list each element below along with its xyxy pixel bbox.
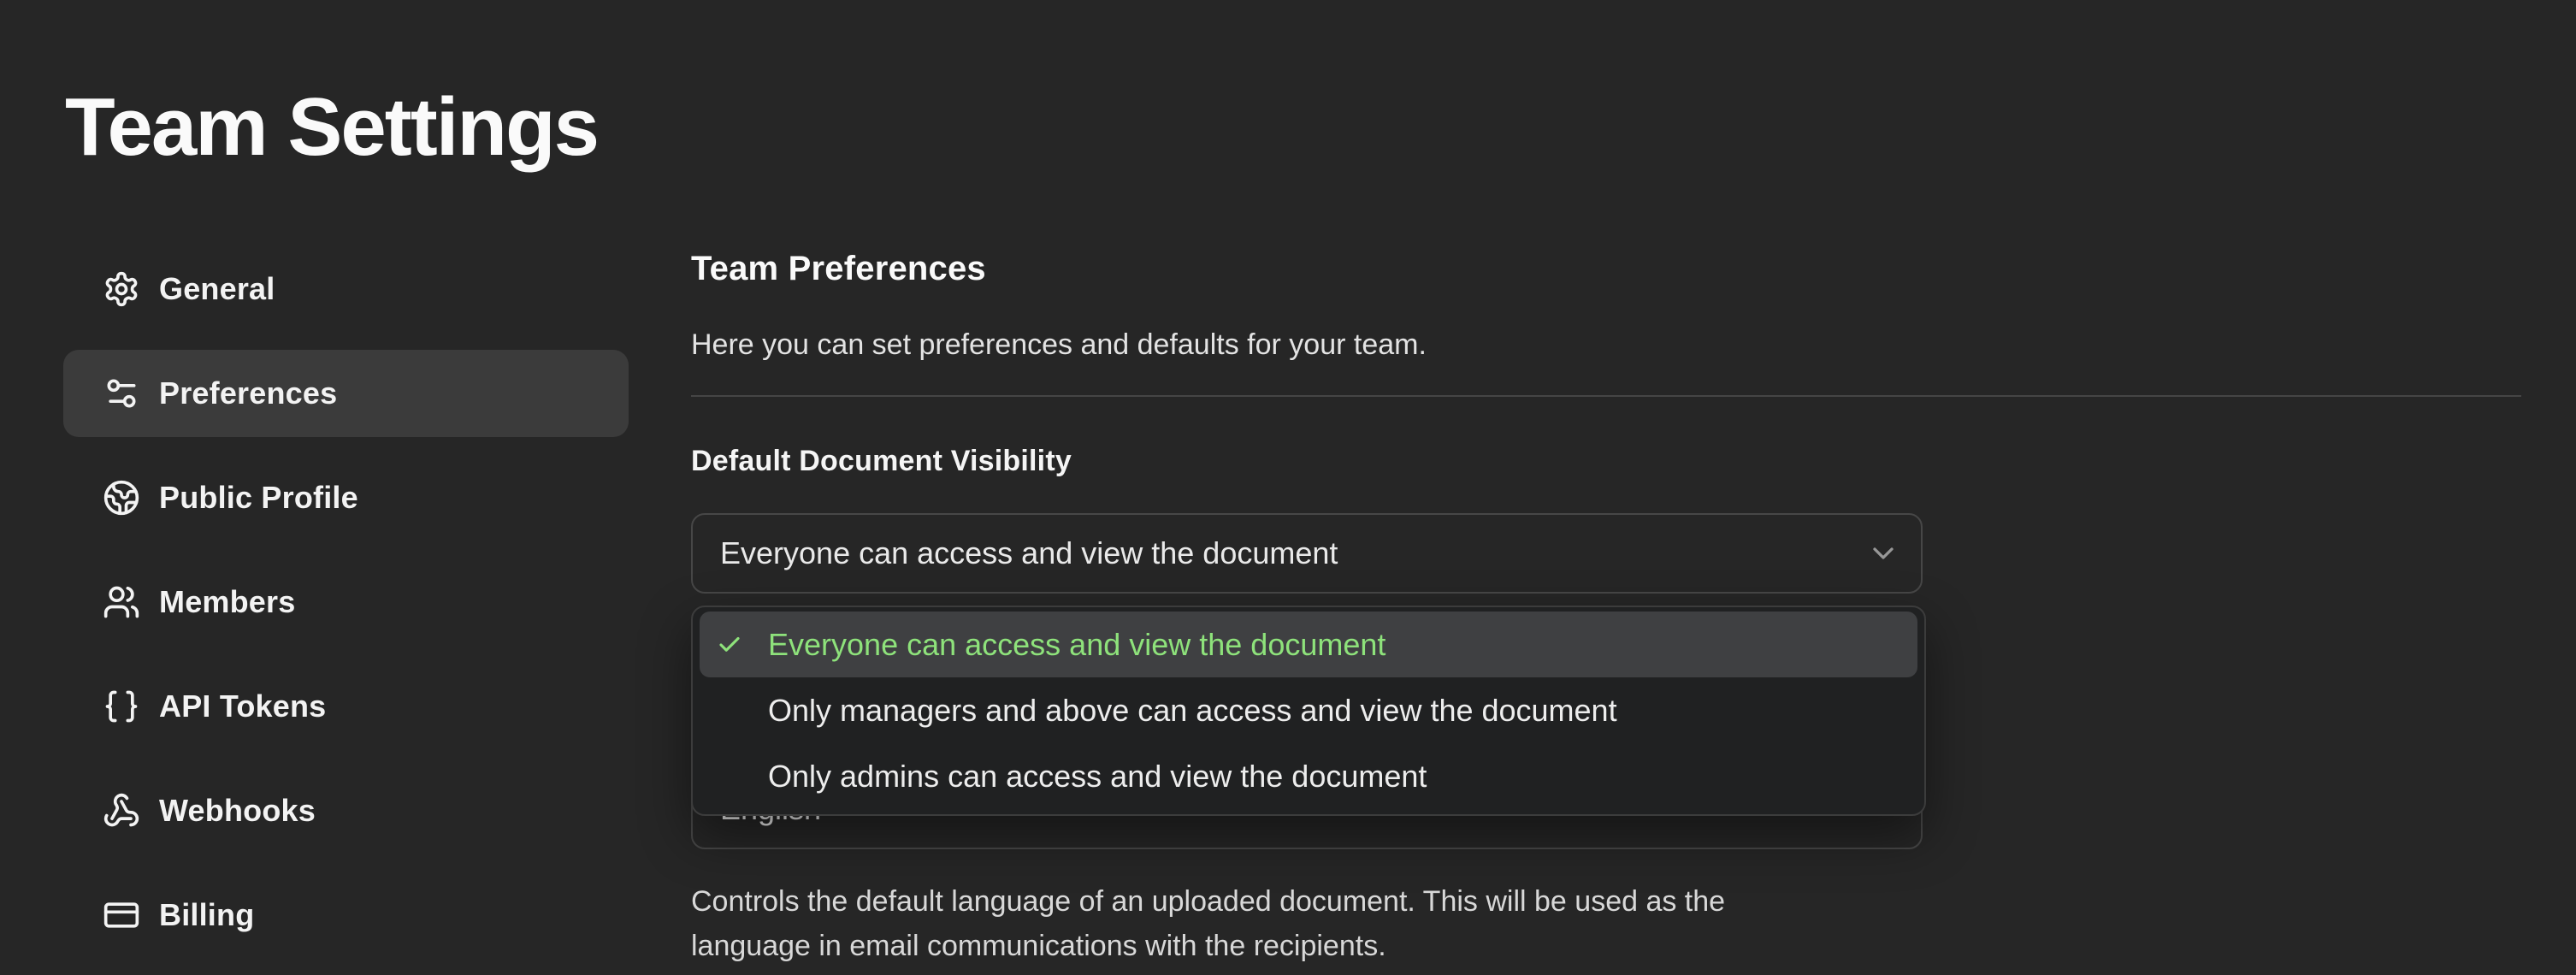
language-help-line: language in email communications with th… [691,924,1725,968]
visibility-field-label: Default Document Visibility [691,445,1072,478]
sidebar-item-billing[interactable]: Billing [63,872,629,959]
sidebar-item-label: Billing [159,897,254,933]
dropdown-option-everyone[interactable]: Everyone can access and view the documen… [700,612,1917,677]
sidebar-item-public-profile[interactable]: Public Profile [63,454,629,541]
language-help-text: Controls the default language of an uplo… [691,879,1725,968]
sidebar-item-label: Members [159,584,295,620]
dropdown-option-label: Only managers and above can access and v… [768,693,1617,729]
sidebar-item-label: Webhooks [159,793,316,829]
visibility-select[interactable]: Everyone can access and view the documen… [691,513,1923,594]
dropdown-option-label: Everyone can access and view the documen… [768,627,1385,663]
sidebar-item-label: Preferences [159,375,337,411]
sidebar-item-api-tokens[interactable]: API Tokens [63,663,629,750]
sidebar-item-label: API Tokens [159,688,326,724]
check-slot-empty [717,698,742,724]
gear-icon [103,270,140,308]
visibility-dropdown-menu: Everyone can access and view the documen… [691,606,1926,816]
dropdown-option-managers[interactable]: Only managers and above can access and v… [700,677,1917,743]
page-title: Team Settings [65,82,598,173]
braces-icon [103,688,140,725]
users-icon [103,583,140,621]
globe-icon [103,479,140,517]
section-description: Here you can set preferences and default… [691,328,1427,362]
sliders-icon [103,375,140,412]
language-help-line: Controls the default language of an uplo… [691,879,1725,924]
chevron-down-icon [1866,536,1900,570]
sidebar-item-preferences[interactable]: Preferences [63,350,629,437]
sidebar-item-label: Public Profile [159,480,358,516]
dropdown-option-label: Only admins can access and view the docu… [768,759,1427,795]
visibility-select-value: Everyone can access and view the documen… [720,535,1338,571]
section-heading: Team Preferences [691,250,986,288]
settings-sidebar: General Preferences Public Profile Membe… [63,245,629,959]
credit-card-icon [103,896,140,934]
sidebar-item-members[interactable]: Members [63,558,629,646]
divider [691,395,2521,397]
check-icon [717,632,742,658]
sidebar-item-webhooks[interactable]: Webhooks [63,767,629,854]
team-preferences-section: Team Preferences Here you can set prefer… [691,250,2521,975]
check-slot-empty [717,764,742,789]
webhook-icon [103,792,140,830]
dropdown-option-admins[interactable]: Only admins can access and view the docu… [700,744,1917,810]
sidebar-item-label: General [159,271,275,307]
sidebar-item-general[interactable]: General [63,245,629,333]
